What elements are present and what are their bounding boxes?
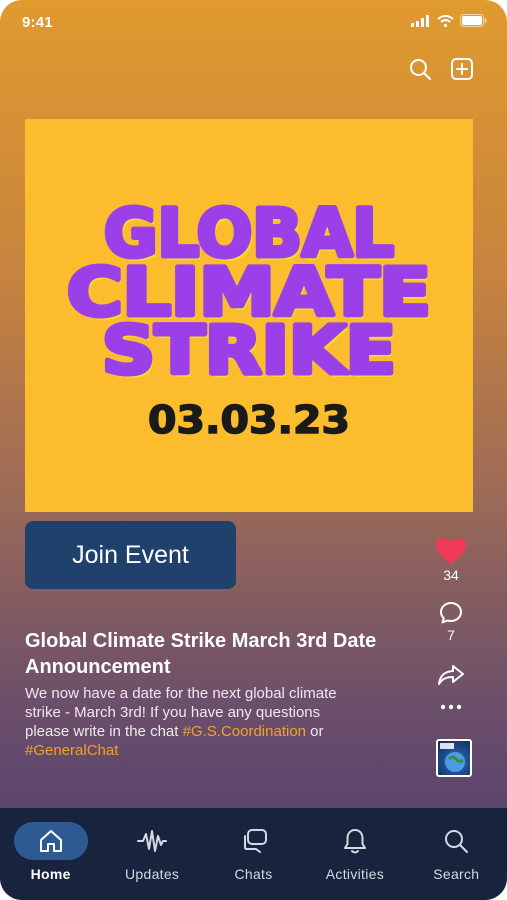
tab-activities-label: Activities: [325, 866, 385, 882]
plus-square-icon: [451, 58, 473, 80]
more-dots-icon: [440, 704, 462, 710]
hashtag-coordination[interactable]: #G.S.Coordination: [183, 723, 306, 740]
wifi-icon: [437, 14, 454, 27]
bottom-tab-bar: Home Updates Chats Activities Search: [0, 808, 507, 900]
like-action[interactable]: 34: [431, 537, 471, 583]
join-event-label: Join Event: [72, 540, 189, 569]
phone-screen: 9:41 GLOBAL GLOBAL CLIMATE CLIMATE STRIK…: [0, 0, 507, 900]
tab-search-indicator: [419, 822, 493, 860]
status-icons: [411, 14, 487, 27]
post-body: We now have a date for the next global c…: [25, 684, 365, 760]
tab-home-indicator: [13, 822, 88, 860]
poster-date: 03.03.23: [148, 398, 350, 442]
home-icon: [39, 830, 62, 852]
poster-line-3: STRIKE: [102, 312, 396, 389]
tab-activities-indicator: [318, 822, 392, 860]
add-button[interactable]: [449, 56, 475, 82]
comment-action[interactable]: 7: [431, 601, 471, 643]
music-thumbnail[interactable]: [436, 739, 472, 777]
tab-search[interactable]: Search: [406, 808, 507, 900]
chat-bubbles-icon: [243, 829, 267, 853]
top-actions: [407, 56, 475, 82]
status-bar: 9:41: [0, 0, 507, 44]
join-event-button[interactable]: Join Event: [25, 521, 236, 589]
tab-updates-label: Updates: [124, 866, 180, 882]
battery-icon: [460, 14, 487, 27]
share-icon: [438, 665, 464, 685]
tab-search-label: Search: [433, 866, 480, 882]
tab-updates-indicator: [115, 822, 189, 860]
poster-graphic: GLOBAL GLOBAL CLIMATE CLIMATE STRIKE STR…: [65, 193, 435, 443]
tab-chats[interactable]: Chats: [203, 808, 304, 900]
signal-icon: [411, 14, 429, 27]
waveform-icon: [137, 830, 168, 852]
comment-count: 7: [447, 627, 455, 643]
search-icon: [445, 830, 469, 853]
comment-icon: [440, 602, 462, 624]
share-action[interactable]: [431, 663, 471, 687]
like-count: 34: [443, 567, 459, 583]
bell-icon: [343, 829, 366, 854]
tab-chats-indicator: [217, 822, 291, 860]
hashtag-connector: or: [310, 723, 324, 740]
search-button[interactable]: [407, 56, 433, 82]
hashtag-general-chat[interactable]: #GeneralChat: [25, 742, 118, 759]
tab-updates[interactable]: Updates: [101, 808, 202, 900]
tab-home[interactable]: Home: [0, 808, 101, 900]
tab-chats-label: Chats: [234, 866, 273, 882]
more-action[interactable]: [431, 703, 471, 711]
search-icon: [410, 59, 431, 80]
tab-activities[interactable]: Activities: [304, 808, 405, 900]
globe-thumbnail-art: [440, 743, 465, 772]
status-time: 9:41: [22, 14, 53, 31]
heart-icon: [436, 538, 466, 564]
tab-home-label: Home: [30, 866, 71, 882]
event-poster[interactable]: GLOBAL GLOBAL CLIMATE CLIMATE STRIKE STR…: [25, 119, 473, 512]
post-title: Global Climate Strike March 3rd Date Ann…: [25, 630, 377, 678]
